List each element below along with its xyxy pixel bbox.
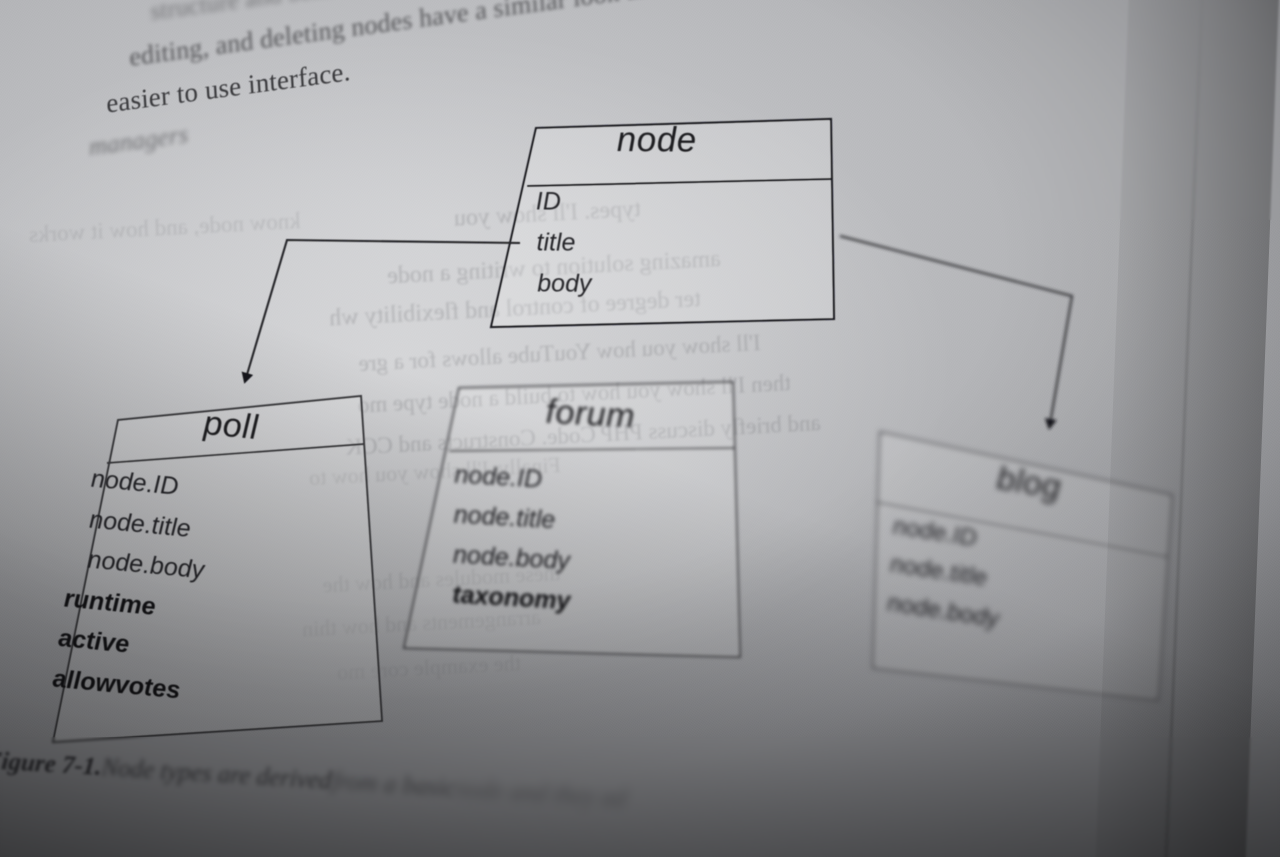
figure-number: Figure 7-1. xyxy=(0,747,103,781)
photograph-of-book-page: types. I'll show you amazing solution to… xyxy=(0,0,1280,857)
